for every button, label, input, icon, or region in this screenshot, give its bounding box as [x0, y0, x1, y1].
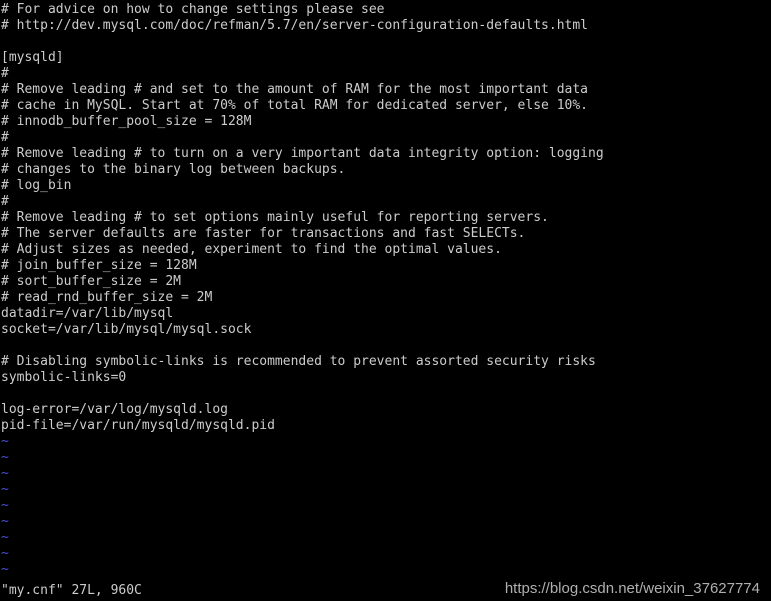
watermark-url: https://blog.csdn.net/weixin_37627774	[504, 580, 760, 597]
buffer-line[interactable]: #	[0, 130, 771, 146]
buffer-line[interactable]: # Remove leading # and set to the amount…	[0, 82, 771, 98]
vim-filler-tilde: ~	[1, 514, 9, 529]
vim-filler-tilde: ~	[1, 562, 9, 577]
buffer-line[interactable]: # join_buffer_size = 128M	[0, 258, 771, 274]
buffer-line[interactable]: socket=/var/lib/mysql/mysql.sock	[0, 322, 771, 338]
buffer-line[interactable]: # Remove leading # to set options mainly…	[0, 210, 771, 226]
vim-filler-tilde: ~	[1, 466, 9, 481]
buffer-line[interactable]: symbolic-links=0	[0, 370, 771, 386]
buffer-line[interactable]: # changes to the binary log between back…	[0, 162, 771, 178]
buffer-line[interactable]	[0, 34, 771, 50]
buffer-line[interactable]: # For advice on how to change settings p…	[0, 2, 771, 18]
vim-filler-tilde: ~	[1, 434, 9, 449]
vim-filler-tilde: ~	[1, 450, 9, 465]
buffer-line[interactable]: datadir=/var/lib/mysql	[0, 306, 771, 322]
vim-filler-tilde: ~	[1, 482, 9, 497]
buffer-line[interactable]: # sort_buffer_size = 2M	[0, 274, 771, 290]
buffer-line[interactable]: # read_rnd_buffer_size = 2M	[0, 290, 771, 306]
buffer-line[interactable]	[0, 338, 771, 354]
vim-filler-tilde: ~	[1, 530, 9, 545]
terminal-window[interactable]: # For advice on how to change settings p…	[0, 0, 771, 601]
vim-filler-tilde: ~	[1, 546, 9, 561]
buffer-line[interactable]: # Adjust sizes as needed, experiment to …	[0, 242, 771, 258]
buffer-line[interactable]: log-error=/var/log/mysqld.log	[0, 402, 771, 418]
buffer-line[interactable]: #	[0, 66, 771, 82]
vim-text-buffer[interactable]: # For advice on how to change settings p…	[0, 2, 771, 578]
buffer-line[interactable]: pid-file=/var/run/mysqld/mysqld.pid	[0, 418, 771, 434]
buffer-line[interactable]: # innodb_buffer_pool_size = 128M	[0, 114, 771, 130]
buffer-line[interactable]: # cache in MySQL. Start at 70% of total …	[0, 98, 771, 114]
vim-filler-tilde: ~	[1, 498, 9, 513]
buffer-line[interactable]: [mysqld]	[0, 50, 771, 66]
buffer-line[interactable]: # The server defaults are faster for tra…	[0, 226, 771, 242]
buffer-line[interactable]: # log_bin	[0, 178, 771, 194]
buffer-line[interactable]: # Disabling symbolic-links is recommende…	[0, 354, 771, 370]
buffer-line[interactable]: # Remove leading # to turn on a very imp…	[0, 146, 771, 162]
buffer-line[interactable]: # http://dev.mysql.com/doc/refman/5.7/en…	[0, 18, 771, 34]
buffer-line[interactable]: #	[0, 194, 771, 210]
buffer-line[interactable]	[0, 386, 771, 402]
